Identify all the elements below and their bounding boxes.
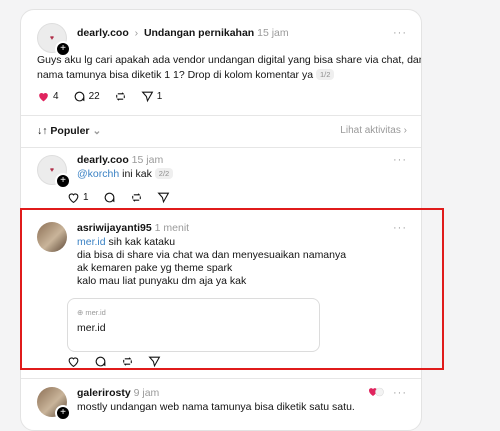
- share-icon: [156, 192, 169, 204]
- comment-button[interactable]: [103, 191, 116, 204]
- like-button[interactable]: 1: [67, 191, 89, 204]
- share-button[interactable]: [156, 191, 170, 204]
- post-text: mostly undangan web nama tamunya bisa di…: [77, 401, 355, 413]
- share-icon: [141, 91, 153, 103]
- timestamp: 9 jam: [133, 387, 160, 399]
- post-text: Guys aku lg cari apakah ada vendor undan…: [37, 54, 422, 81]
- heart-icon: [68, 193, 79, 204]
- page-badge: 2/2: [154, 168, 174, 179]
- timestamp: 15 jam: [131, 154, 164, 166]
- comment-icon: [104, 192, 114, 203]
- follow-plus-icon[interactable]: +: [55, 405, 71, 421]
- repost-button[interactable]: [130, 191, 143, 204]
- heart-filled-icon: [39, 92, 48, 102]
- comment-icon: [74, 91, 84, 102]
- follow-plus-icon[interactable]: +: [55, 173, 71, 189]
- repost-icon: [131, 193, 141, 202]
- repost-button[interactable]: [114, 90, 127, 103]
- sort-dropdown[interactable]: ↓↑ Populer ⌄: [37, 125, 101, 137]
- post-text: @korchh ini kak 2/2: [77, 167, 174, 182]
- sort-icon: ↓↑: [37, 125, 48, 137]
- like-button[interactable]: 4: [37, 90, 59, 103]
- divider: [21, 378, 421, 379]
- more-options-icon[interactable]: ···: [393, 27, 407, 39]
- post-header: dearly.coo 15 jam: [77, 154, 163, 166]
- post-header: galerirosty 9 jam: [77, 387, 159, 399]
- page-badge: 1/2: [315, 69, 335, 80]
- more-options-icon[interactable]: ···: [393, 387, 407, 399]
- action-bar: 1: [67, 191, 184, 204]
- divider: [21, 115, 421, 116]
- username[interactable]: dearly.coo: [77, 27, 129, 39]
- share-button[interactable]: 1: [141, 90, 162, 103]
- post-header: dearly.coo › Undangan pernikahan 15 jam: [77, 27, 289, 39]
- username[interactable]: dearly.coo: [77, 154, 129, 166]
- timestamp: 15 jam: [257, 27, 289, 39]
- comment-button[interactable]: 22: [73, 90, 100, 103]
- view-activity-link[interactable]: Lihat aktivitas ›: [340, 125, 407, 136]
- chevron-right-icon: ›: [403, 125, 407, 136]
- more-options-icon[interactable]: ···: [393, 154, 407, 166]
- action-bar: 4 22 1: [37, 90, 176, 103]
- mention-link[interactable]: @korchh: [77, 168, 119, 180]
- chevron-down-icon: ⌄: [92, 125, 102, 137]
- highlight-box: [20, 208, 444, 370]
- divider: [21, 147, 421, 148]
- liked-by-author-icon: [368, 387, 384, 397]
- chevron-right-icon: ›: [131, 27, 142, 39]
- username[interactable]: galerirosty: [77, 387, 131, 399]
- repost-icon: [115, 92, 125, 101]
- thread-title[interactable]: Undangan pernikahan: [144, 27, 254, 39]
